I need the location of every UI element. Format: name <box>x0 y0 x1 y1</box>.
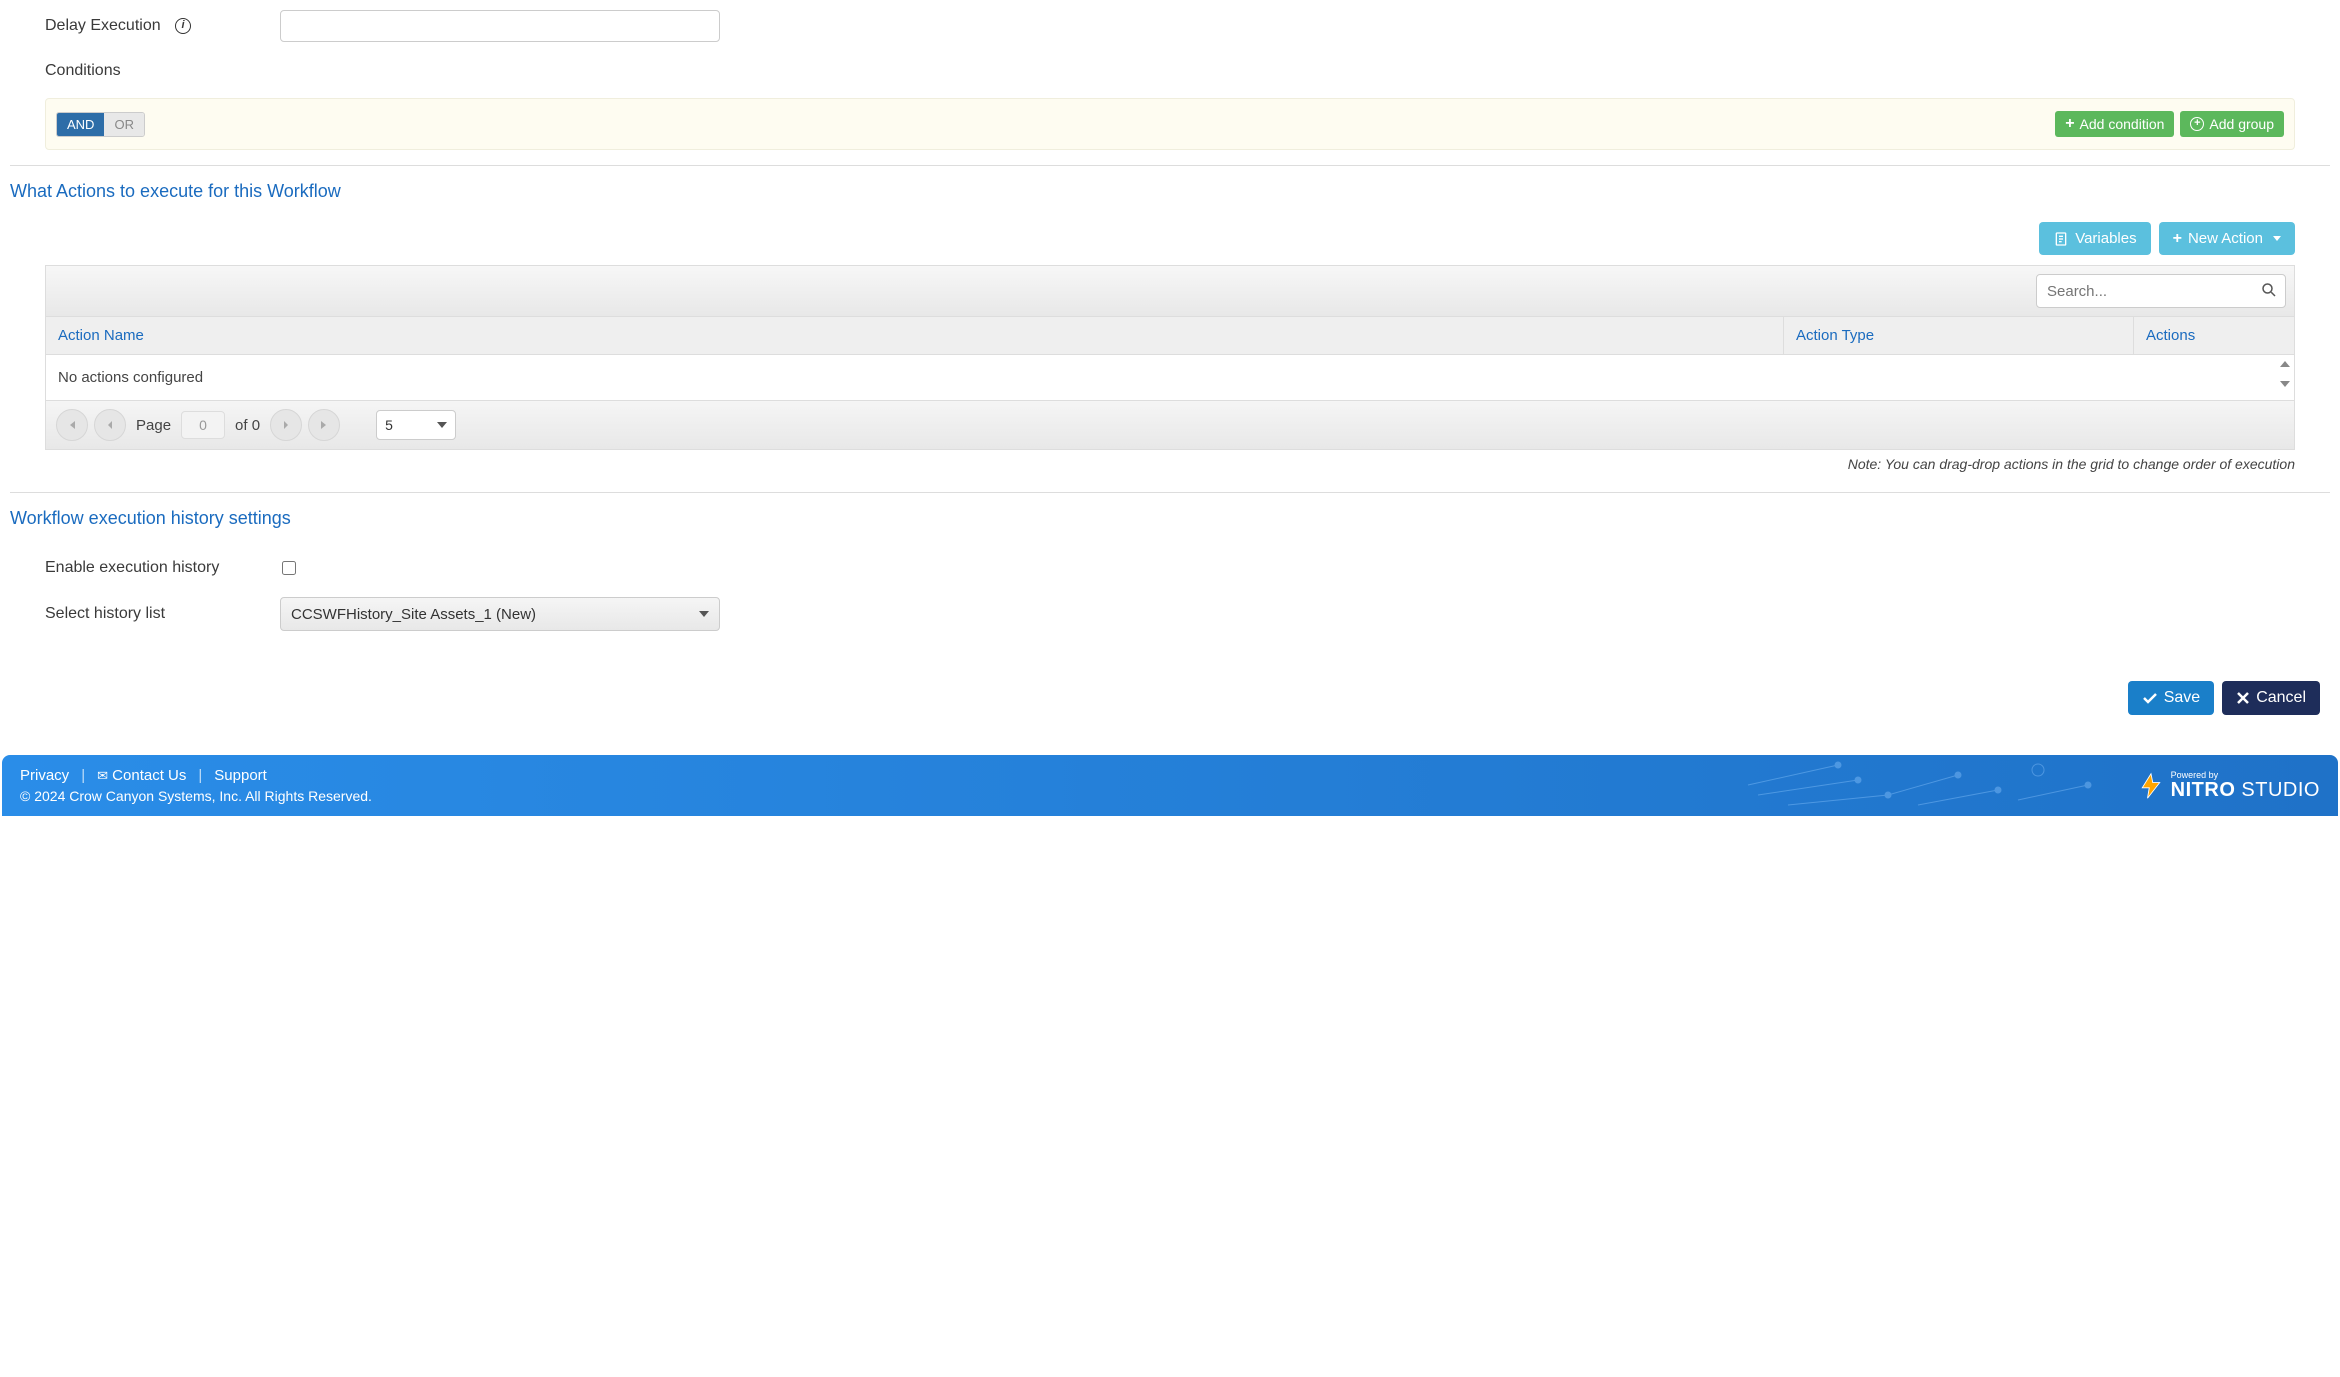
page-size-value: 5 <box>385 417 393 433</box>
history-list-select[interactable]: CCSWFHistory_Site Assets_1 (New) <box>280 597 720 631</box>
grid-toolbar <box>46 266 2294 317</box>
nitro-light: STUDIO <box>2235 779 2320 801</box>
add-condition-button[interactable]: + Add condition <box>2055 111 2174 137</box>
chevron-down-icon <box>2273 236 2281 241</box>
and-or-toggle: AND OR <box>56 112 145 137</box>
footer-links: Privacy | ✉ Contact Us | Support © 2024 … <box>20 767 372 804</box>
page-number-input[interactable] <box>181 411 225 439</box>
delay-execution-label: Delay Execution i <box>45 17 280 35</box>
separator: | <box>81 767 85 784</box>
conditions-panel: AND OR + Add condition + Add group <box>45 98 2295 150</box>
variables-label: Variables <box>2075 230 2136 247</box>
close-icon <box>2236 691 2250 705</box>
select-history-row: Select history list CCSWFHistory_Site As… <box>10 587 2330 641</box>
add-group-label: Add group <box>2209 116 2274 132</box>
add-condition-label: Add condition <box>2080 116 2165 132</box>
plus-circle-icon: + <box>2190 117 2204 131</box>
nitro-logo: Powered by NITRO STUDIO <box>2137 771 2320 800</box>
footer-actions: Save Cancel <box>10 661 2330 755</box>
page-label: Page <box>136 417 171 434</box>
move-down-icon[interactable] <box>2280 381 2290 387</box>
last-page-icon <box>318 419 330 431</box>
pager-first-button[interactable] <box>56 409 88 441</box>
pager-last-button[interactable] <box>308 409 340 441</box>
col-action-type[interactable]: Action Type <box>1784 317 2134 354</box>
grid-pager: Page of 0 5 <box>46 400 2294 449</box>
toggle-and[interactable]: AND <box>57 113 104 136</box>
page-size-select[interactable]: 5 <box>376 410 456 440</box>
divider <box>10 165 2330 166</box>
next-page-icon <box>281 420 291 430</box>
actions-grid: Action Name Action Type Actions No actio… <box>45 265 2295 450</box>
conditions-label: Conditions <box>10 52 2330 90</box>
plus-icon: + <box>2173 232 2182 246</box>
save-label: Save <box>2164 689 2200 707</box>
privacy-link[interactable]: Privacy <box>20 767 69 784</box>
contact-link-wrap: ✉ Contact Us <box>97 767 186 784</box>
actions-toolbar: Variables + New Action <box>10 222 2330 265</box>
support-link[interactable]: Support <box>214 767 267 784</box>
nitro-bolt-icon <box>2137 772 2165 800</box>
chevron-down-icon <box>699 611 709 617</box>
page-of-label: of 0 <box>235 417 260 434</box>
condition-actions: + Add condition + Add group <box>2055 111 2284 137</box>
info-icon[interactable]: i <box>175 18 191 34</box>
nitro-text: Powered by NITRO STUDIO <box>2171 771 2320 800</box>
select-history-label: Select history list <box>45 605 280 623</box>
contact-link[interactable]: Contact Us <box>112 767 186 784</box>
col-actions: Actions <box>2134 317 2294 354</box>
add-group-button[interactable]: + Add group <box>2180 111 2284 137</box>
pager-prev-button[interactable] <box>94 409 126 441</box>
circuit-decoration <box>1738 755 2138 815</box>
new-action-label: New Action <box>2188 230 2263 247</box>
search-input[interactable] <box>2036 274 2286 308</box>
delay-label-text: Delay Execution <box>45 17 161 34</box>
first-page-icon <box>66 419 78 431</box>
enable-history-row: Enable execution history <box>10 549 2330 587</box>
cancel-button[interactable]: Cancel <box>2222 681 2320 715</box>
history-list-value: CCSWFHistory_Site Assets_1 (New) <box>291 606 536 623</box>
page-footer: Privacy | ✉ Contact Us | Support © 2024 … <box>2 755 2338 816</box>
grid-body: No actions configured <box>46 355 2294 400</box>
chevron-down-icon <box>437 422 447 428</box>
enable-history-checkbox[interactable] <box>282 561 296 575</box>
grid-note: Note: You can drag-drop actions in the g… <box>10 450 2330 487</box>
history-section: Workflow execution history settings Enab… <box>10 498 2330 661</box>
history-section-title: Workflow execution history settings <box>10 498 2330 549</box>
divider <box>10 492 2330 493</box>
delay-execution-input[interactable] <box>280 10 720 42</box>
save-button[interactable]: Save <box>2128 681 2214 715</box>
enable-history-label: Enable execution history <box>45 559 280 577</box>
nitro-brand: NITRO STUDIO <box>2171 780 2320 800</box>
grid-empty-text: No actions configured <box>46 355 2294 400</box>
pager-next-button[interactable] <box>270 409 302 441</box>
grid-header: Action Name Action Type Actions <box>46 317 2294 355</box>
col-action-name[interactable]: Action Name <box>46 317 1784 354</box>
prev-page-icon <box>105 420 115 430</box>
search-box <box>2036 274 2286 308</box>
plus-icon: + <box>2065 117 2074 131</box>
footer-top-links: Privacy | ✉ Contact Us | Support <box>20 767 372 784</box>
sort-arrows <box>2280 361 2290 387</box>
nitro-bold: NITRO <box>2171 779 2236 801</box>
check-icon <box>2142 690 2158 706</box>
actions-section-title: What Actions to execute for this Workflo… <box>10 171 2330 222</box>
toggle-or[interactable]: OR <box>104 113 144 136</box>
search-icon[interactable] <box>2260 281 2278 299</box>
copyright: © 2024 Crow Canyon Systems, Inc. All Rig… <box>20 788 372 804</box>
document-icon <box>2053 231 2069 247</box>
mail-icon: ✉ <box>97 768 108 784</box>
variables-button[interactable]: Variables <box>2039 222 2150 255</box>
move-up-icon[interactable] <box>2280 361 2290 367</box>
cancel-label: Cancel <box>2256 689 2306 707</box>
delay-execution-row: Delay Execution i <box>10 0 2330 52</box>
separator: | <box>198 767 202 784</box>
new-action-button[interactable]: + New Action <box>2159 222 2295 255</box>
